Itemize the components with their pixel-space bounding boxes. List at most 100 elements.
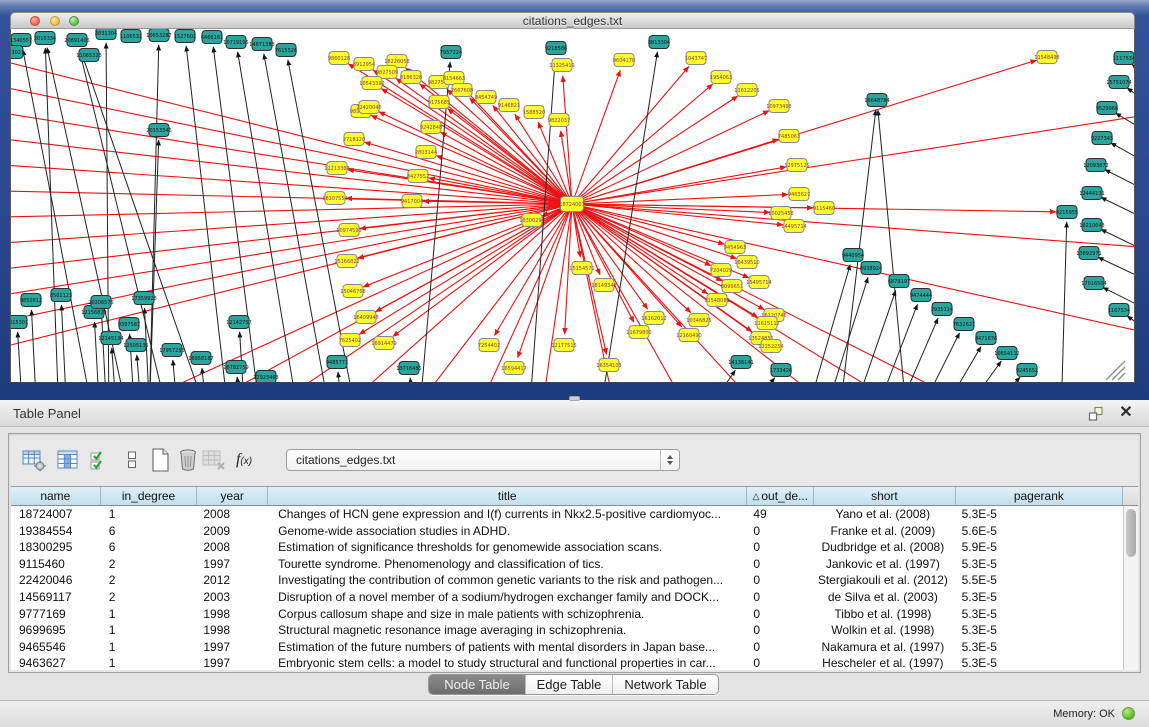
node-table: namein_degreeyeartitle△out_de...shortpag… (11, 486, 1138, 670)
memory-ok-icon (1122, 707, 1135, 720)
tab-node-table[interactable]: Node Table (429, 675, 526, 694)
table-row[interactable]: 946554611997Estimation of the future num… (11, 639, 1123, 656)
vertical-scrollbar[interactable] (1123, 506, 1138, 670)
table-cell: 0 (747, 639, 814, 656)
graph-node-label: 9533021 (11, 50, 24, 56)
table-row[interactable]: 969969511998Structural magnetic resonanc… (11, 622, 1123, 639)
table-row[interactable]: 1938455462009Genome-wide association stu… (11, 523, 1123, 540)
table-content-frame: citations_edges.txt f(x) namein_degreeye… (8, 433, 1141, 673)
column-header-title[interactable]: title (268, 487, 747, 505)
graph-node-label: 9227343 (1091, 136, 1113, 142)
tab-edge-table[interactable]: Edge Table (526, 675, 613, 694)
graph-node-label: 9860128 (328, 56, 350, 62)
table-cell: Stergiakouli et al. (2012) (814, 572, 955, 589)
new-column-icon[interactable] (147, 446, 173, 474)
graph-node-label: 12142757 (226, 320, 251, 326)
table-select[interactable]: citations_edges.txt (286, 449, 680, 471)
graph-node-label: 15751074 (1106, 80, 1131, 86)
table-panel: Table Panel ✕ citations_edges.txt f(x) n… (0, 400, 1149, 727)
table-row[interactable]: 1456911722003Disruption of a novel membe… (11, 589, 1123, 606)
graph-node-label: 15166822 (334, 259, 359, 265)
graph-node-label: 2803144 (415, 150, 437, 156)
graph-node-label: 9115460 (813, 206, 835, 212)
column-header-out-de-[interactable]: △out_de... (747, 487, 814, 505)
graph-node-label: 15046768 (340, 289, 365, 295)
graph-node-label: 17016504 (1081, 281, 1106, 287)
table-row[interactable]: 911546021997Tourette syndrome. Phenomeno… (11, 556, 1123, 573)
table-toolbar: citations_edges.txt f(x) (9, 434, 1140, 486)
table-cell: Genome-wide association studies in ADHD. (268, 523, 747, 540)
resize-grip-icon[interactable] (1106, 361, 1125, 380)
header-scrollbar-corner (1123, 487, 1138, 505)
table-cell: 9465546 (11, 639, 101, 656)
graph-node-label: 12975125 (784, 163, 809, 169)
graph-node-label: 7204029 (710, 268, 732, 274)
table-cell: 9699695 (11, 622, 101, 639)
splitter-handle[interactable] (569, 396, 580, 401)
close-panel-icon[interactable]: ✕ (1117, 404, 1135, 422)
table-cell: 1997 (197, 655, 268, 670)
table-cell: 5.3E-5 (956, 655, 1123, 670)
graph-node-label: 9242848 (420, 125, 442, 131)
column-header-name[interactable]: name (11, 487, 101, 505)
network-canvas[interactable]: 1340557201533420891406883130411065321065… (10, 29, 1135, 383)
table-row[interactable]: 1872400712008Changes of HCN gene express… (11, 506, 1123, 523)
table-row[interactable]: 946362711997Embryonic stem cells: a mode… (11, 655, 1123, 670)
graph-node-label: 8427552 (407, 174, 429, 180)
graph-node-label: 16210643 (1079, 223, 1104, 229)
table-cell: 5.3E-5 (956, 606, 1123, 623)
table-row[interactable]: 977716911998Corpus callosum shape and si… (11, 606, 1123, 623)
table-cell: 0 (747, 589, 814, 606)
table-cell: 2008 (197, 506, 268, 523)
table-cell: 49 (747, 506, 814, 523)
graph-node-label: 13716485 (396, 366, 421, 372)
column-header-year[interactable]: year (197, 487, 268, 505)
table-row[interactable]: 1830029562008Estimation of significance … (11, 539, 1123, 556)
select-all-icon[interactable] (87, 446, 113, 474)
graph-node-label: 8215955 (1056, 210, 1078, 216)
graph-node-label: 18226058 (384, 59, 409, 65)
graph-node-label: 1117534 (1113, 56, 1134, 62)
table-cell: 14569117 (11, 589, 101, 606)
table-row[interactable]: 2242004622012Investigating the contribut… (11, 572, 1123, 589)
table-cell: 1 (101, 639, 198, 656)
graph-node-label: 9218586 (545, 46, 567, 52)
graph-node-label: 8813304 (648, 40, 670, 46)
table-cell: Structural magnetic resonance image aver… (268, 622, 747, 639)
network-window-titlebar[interactable]: citations_edges.txt (10, 12, 1135, 29)
clear-selection-icon[interactable] (119, 446, 145, 474)
table-cell: Dudbridge et al. (2008) (814, 539, 955, 556)
graph-node-label: 7632621 (953, 322, 975, 328)
graph-node-label: 12156829 (81, 310, 106, 316)
column-header-short[interactable]: short (814, 487, 956, 505)
graph-node-label: 14671388 (249, 42, 274, 48)
float-panel-icon[interactable] (1087, 405, 1105, 423)
table-cell: 0 (747, 539, 814, 556)
graph-node-label: 13892971 (1076, 251, 1101, 257)
graph-node-label: 20153346 (146, 128, 171, 134)
graph-node-label: 20206576 (88, 300, 113, 306)
table-cell: 19384554 (11, 523, 101, 540)
graph-node-label: 1106532 (120, 34, 142, 40)
column-header-pagerank[interactable]: pagerank (956, 487, 1123, 505)
graph-node-label: 9850812 (20, 298, 42, 304)
graph-node-label: 2015334 (34, 36, 56, 42)
graph-node-label: 1043747 (685, 56, 707, 62)
graph-node-label: 16354103 (596, 363, 621, 369)
graph-node-label: 9175685 (428, 100, 450, 106)
red-citation-edges (11, 50, 1134, 383)
graph-node-label: 11065328 (76, 53, 101, 59)
tab-network-table[interactable]: Network Table (613, 675, 718, 694)
function-builder-icon[interactable]: f(x) (231, 446, 257, 474)
status-bar: Memory: OK (0, 700, 1149, 727)
column-header-in-degree[interactable]: in_degree (101, 487, 198, 505)
table-cell: 5.3E-5 (956, 639, 1123, 656)
table-cell: 2003 (197, 589, 268, 606)
show-columns-icon[interactable] (55, 446, 81, 474)
scrollbar-thumb[interactable] (1126, 509, 1136, 557)
table-cell: 1 (101, 506, 198, 523)
table-options-icon[interactable] (21, 446, 47, 474)
table-cell: 2008 (197, 539, 268, 556)
graph-node-label: 10025458 (768, 211, 793, 217)
delete-column-icon[interactable] (175, 446, 201, 474)
